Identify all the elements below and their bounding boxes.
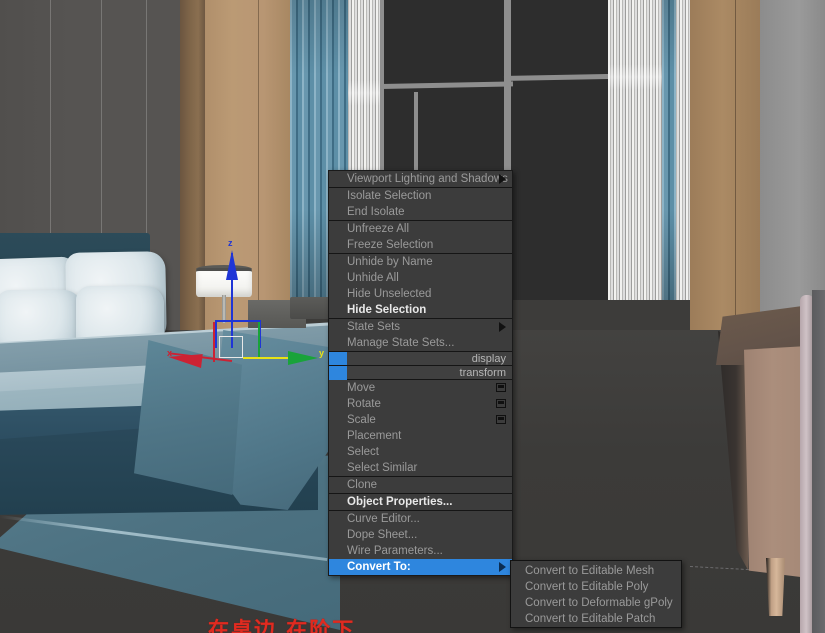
chevron-right-icon (499, 562, 506, 572)
settings-dialog-icon[interactable] (496, 415, 506, 424)
menu-item-label: Dope Sheet... (347, 529, 418, 541)
menu-section-header-transform: transform (329, 365, 512, 380)
menu-item-unhide-all[interactable]: Unhide All (329, 270, 512, 286)
menu-item-wire-parameters[interactable]: Wire Parameters... (329, 543, 512, 559)
menu-item-select-similar[interactable]: Select Similar (329, 460, 512, 476)
gizmo-axis-y-line-highlight[interactable] (243, 357, 293, 359)
drape-curtain-right (662, 0, 676, 300)
menu-item-clone[interactable]: Clone (329, 477, 512, 493)
menu-item-label: Convert To: (347, 561, 411, 573)
menu-section-label: display (471, 353, 506, 365)
quad-color-swatch (329, 352, 347, 366)
submenu-item-convert-to-deformable-gpoly[interactable]: Convert to Deformable gPoly (511, 595, 681, 611)
menu-section-label: transform (459, 367, 506, 379)
drape-shading (662, 0, 676, 300)
menu-item-isolate-selection[interactable]: Isolate Selection (329, 188, 512, 204)
menu-item-label: Move (347, 382, 376, 394)
menu-item-label: Select (347, 446, 379, 458)
gizmo-axis-z-label: z (228, 238, 233, 248)
wood-panel-seam (735, 0, 736, 352)
submenu-item-convert-to-editable-patch[interactable]: Convert to Editable Patch (511, 611, 681, 627)
menu-item-label: Scale (347, 414, 376, 426)
gizmo-plane-y-vertical[interactable] (258, 322, 260, 358)
curtain-highlight (608, 64, 664, 90)
menu-item-viewport-lighting-and-shadows[interactable]: Viewport Lighting and Shadows (329, 171, 512, 187)
settings-dialog-icon[interactable] (496, 399, 506, 408)
app-root: z x y 在桌边 在阶下 Viewport Lighting and Shad… (0, 0, 825, 633)
menu-item-convert-to[interactable]: Convert To: (329, 559, 512, 575)
door-panel (812, 290, 825, 633)
wood-panel-seam (258, 0, 259, 345)
menu-item-rotate[interactable]: Rotate (329, 396, 512, 412)
menu-item-label: Hide Unselected (347, 288, 432, 300)
menu-item-label: Select Similar (347, 462, 418, 474)
convert-to-submenu[interactable]: Convert to Editable Mesh Convert to Edit… (510, 560, 682, 628)
menu-item-move[interactable]: Move (329, 380, 512, 396)
menu-item-freeze-selection[interactable]: Freeze Selection (329, 237, 512, 253)
menu-item-curve-editor[interactable]: Curve Editor... (329, 511, 512, 527)
menu-item-label: State Sets (347, 321, 401, 333)
chevron-right-icon (499, 174, 506, 184)
gizmo-axis-y-label: y (319, 348, 325, 358)
menu-item-label: Placement (347, 430, 402, 442)
menu-item-select[interactable]: Select (329, 444, 512, 460)
menu-item-dope-sheet[interactable]: Dope Sheet... (329, 527, 512, 543)
sheer-curtain-right (608, 0, 664, 300)
caption-text: 在桌边 在阶下 (208, 618, 356, 633)
gizmo-axis-y-arrow[interactable] (288, 351, 318, 365)
submenu-item-convert-to-editable-poly[interactable]: Convert to Editable Poly (511, 579, 681, 595)
menu-item-label: Convert to Deformable gPoly (525, 597, 673, 609)
gizmo-plane-z-top[interactable] (215, 320, 261, 322)
menu-item-label: Unfreeze All (347, 223, 410, 235)
menu-item-label: Clone (347, 479, 378, 491)
menu-item-label: Object Properties... (347, 496, 453, 508)
quad-color-swatch (329, 366, 347, 380)
menu-item-label: Unhide by Name (347, 256, 433, 268)
menu-item-hide-selection[interactable]: Hide Selection (329, 302, 512, 318)
gizmo-axis-x-label: x (167, 348, 173, 358)
menu-item-scale[interactable]: Scale (329, 412, 512, 428)
menu-item-label: Curve Editor... (347, 513, 420, 525)
gizmo-center-handle[interactable] (219, 336, 243, 358)
menu-item-label: Convert to Editable Mesh (525, 565, 655, 577)
submenu-item-convert-to-editable-mesh[interactable]: Convert to Editable Mesh (511, 563, 681, 579)
menu-item-hide-unselected[interactable]: Hide Unselected (329, 286, 512, 302)
gizmo-plane-z-left[interactable] (215, 320, 217, 348)
menu-item-label: Viewport Lighting and Shadows (347, 173, 508, 185)
dresser-leg (766, 558, 785, 616)
wood-wall-panel-right (690, 0, 762, 352)
chevron-right-icon (499, 322, 506, 332)
menu-item-label: Freeze Selection (347, 239, 434, 251)
menu-item-label: Wire Parameters... (347, 545, 443, 557)
gizmo-plane-x-vertical[interactable] (213, 322, 215, 362)
menu-item-label: Manage State Sets... (347, 337, 455, 349)
lamp-shade (196, 268, 252, 297)
wall-right-grey (760, 0, 825, 330)
menu-item-label: Convert to Editable Patch (525, 613, 656, 625)
settings-dialog-icon[interactable] (496, 383, 506, 392)
menu-item-placement[interactable]: Placement (329, 428, 512, 444)
context-menu[interactable]: Viewport Lighting and Shadows Isolate Se… (328, 170, 513, 576)
menu-item-label: End Isolate (347, 206, 405, 218)
lamp-stem (222, 295, 226, 323)
menu-item-object-properties[interactable]: Object Properties... (329, 494, 512, 510)
menu-item-label: Rotate (347, 398, 381, 410)
menu-item-label: Isolate Selection (347, 190, 432, 202)
gizmo-axis-z-arrow[interactable] (226, 250, 238, 280)
menu-item-label: Hide Selection (347, 304, 427, 316)
menu-item-label: Convert to Editable Poly (525, 581, 649, 593)
menu-item-manage-state-sets[interactable]: Manage State Sets... (329, 335, 512, 351)
menu-item-state-sets[interactable]: State Sets (329, 319, 512, 335)
menu-item-end-isolate[interactable]: End Isolate (329, 204, 512, 220)
menu-item-unhide-by-name[interactable]: Unhide by Name (329, 254, 512, 270)
menu-item-label: Unhide All (347, 272, 399, 284)
curtain-highlight (346, 80, 380, 106)
menu-item-unfreeze-all[interactable]: Unfreeze All (329, 221, 512, 237)
menu-section-header-display: display (329, 351, 512, 366)
